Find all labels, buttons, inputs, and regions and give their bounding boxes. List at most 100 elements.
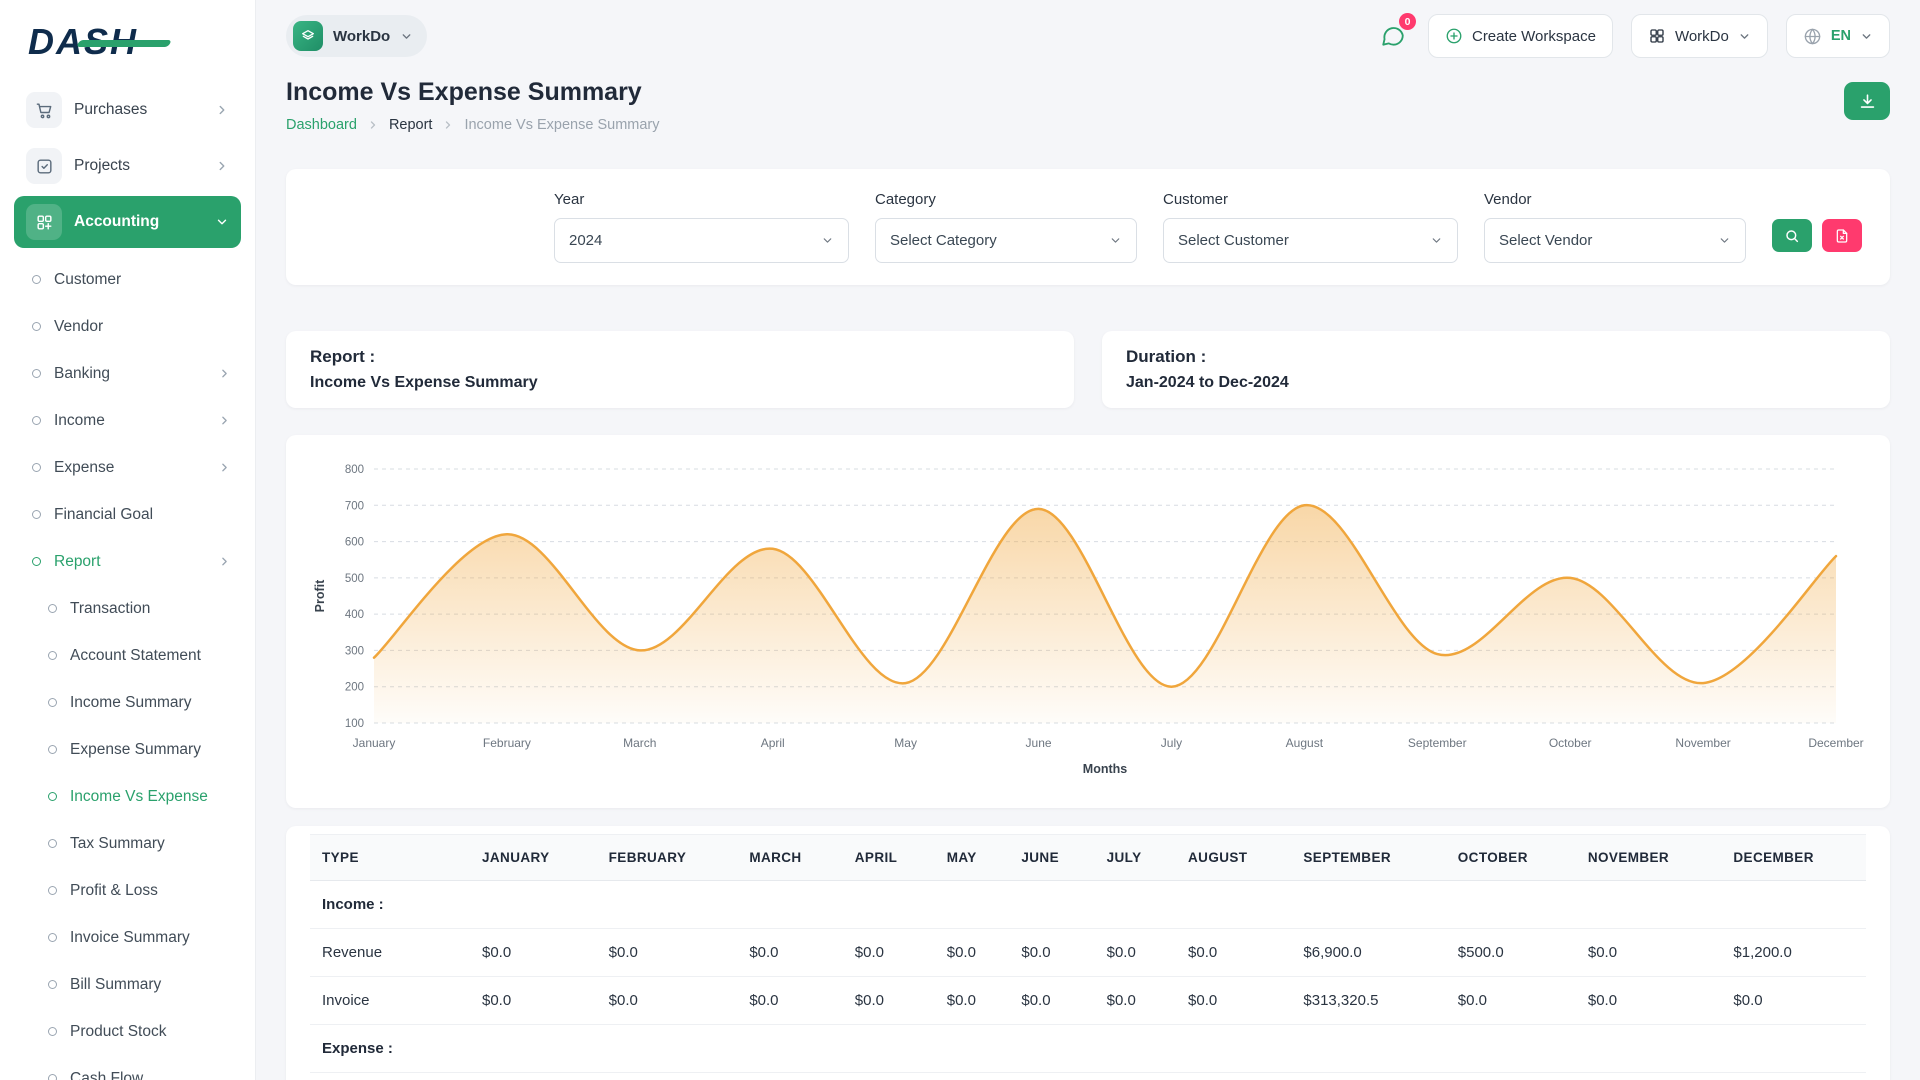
sidebar-item-customer[interactable]: Customer: [20, 256, 241, 303]
download-button[interactable]: [1844, 82, 1890, 120]
sidebar-item-tax-summary[interactable]: Tax Summary: [20, 820, 241, 867]
svg-text:600: 600: [345, 537, 364, 549]
value-cell: $0.0: [1176, 929, 1291, 977]
value-cell: $0.0: [1176, 977, 1291, 1025]
sidebar-item-expense[interactable]: Expense: [20, 444, 241, 491]
column-header-july: JULY: [1095, 835, 1176, 881]
sidebar-item-income-summary[interactable]: Income Summary: [20, 679, 241, 726]
year-label: Year: [554, 191, 849, 208]
value-cell: $0.0: [1095, 977, 1176, 1025]
reset-icon: [1834, 228, 1850, 244]
value-cell: $500.0: [1446, 929, 1576, 977]
table-card: TYPEJANUARYFEBRUARYMARCHAPRILMAYJUNEJULY…: [286, 826, 1890, 1080]
category-select[interactable]: Select Category: [875, 218, 1137, 263]
sidebar-item-invoice-summary[interactable]: Invoice Summary: [20, 914, 241, 961]
value-cell: $0.0: [470, 977, 597, 1025]
sidebar-item-income-vs-expense[interactable]: Income Vs Expense: [20, 773, 241, 820]
duration-summary-title: Duration :: [1126, 347, 1866, 367]
svg-text:March: March: [623, 736, 656, 750]
year-select-value: 2024: [569, 232, 602, 249]
value-cell: $6,900.0: [1291, 929, 1445, 977]
workspace-switcher[interactable]: WorkDo: [286, 15, 427, 57]
circle-icon: [32, 416, 41, 425]
sidebar-item-transaction[interactable]: Transaction: [20, 585, 241, 632]
report-summary-value: Income Vs Expense Summary: [310, 374, 1050, 392]
year-select[interactable]: 2024: [554, 218, 849, 263]
svg-text:200: 200: [345, 682, 364, 694]
chart-host: 100200300400500600700800JanuaryFebruaryM…: [310, 453, 1866, 790]
sidebar-item-projects[interactable]: Projects: [14, 140, 241, 192]
workspace-logo-icon: [293, 21, 323, 51]
svg-text:January: January: [353, 736, 396, 750]
svg-text:500: 500: [345, 573, 364, 585]
sidebar-item-label: Transaction: [70, 600, 231, 618]
breadcrumb-report[interactable]: Report: [389, 117, 433, 133]
grid-icon: [1648, 27, 1666, 45]
svg-text:December: December: [1808, 736, 1863, 750]
circle-icon: [32, 275, 41, 284]
sidebar-item-purchases[interactable]: Purchases: [14, 84, 241, 136]
value-cell: $0.0: [1009, 977, 1094, 1025]
circle-icon: [48, 698, 57, 707]
sidebar-item-product-stock[interactable]: Product Stock: [20, 1008, 241, 1055]
profit-area-chart: 100200300400500600700800JanuaryFebruaryM…: [310, 453, 1866, 785]
topbar-actions: 0 Create Workspace WorkDo EN: [1376, 14, 1890, 58]
app-logo[interactable]: DASH: [14, 0, 241, 84]
value-cell: $0.0: [1576, 929, 1722, 977]
row-type-cell: Revenue: [310, 929, 470, 977]
svg-text:100: 100: [345, 718, 364, 730]
sidebar-item-banking[interactable]: Banking: [20, 350, 241, 397]
chevron-down-icon: [400, 30, 413, 43]
messages-button[interactable]: 0: [1376, 19, 1410, 53]
sidebar-item-income[interactable]: Income: [20, 397, 241, 444]
filter-card: Year 2024 Category Select Category: [286, 169, 1890, 285]
chevron-right-icon: [218, 461, 231, 474]
globe-icon: [1803, 27, 1822, 46]
sidebar-item-cash-flow[interactable]: Cash Flow: [20, 1055, 241, 1080]
svg-text:800: 800: [345, 464, 364, 476]
sidebar-item-label: Report: [54, 553, 205, 571]
sidebar-item-account-statement[interactable]: Account Statement: [20, 632, 241, 679]
chevron-right-icon: [218, 367, 231, 380]
circle-icon: [48, 1027, 57, 1036]
reset-button[interactable]: [1822, 219, 1862, 252]
sidebar-item-label: Product Stock: [70, 1023, 231, 1041]
chevron-right-icon: [218, 414, 231, 427]
search-button[interactable]: [1772, 219, 1812, 252]
value-cell: $0.0: [1095, 929, 1176, 977]
vendor-select[interactable]: Select Vendor: [1484, 218, 1746, 263]
language-selector[interactable]: EN: [1786, 14, 1890, 58]
cart-icon: [26, 92, 62, 128]
search-icon: [1784, 228, 1800, 244]
circle-icon: [48, 839, 57, 848]
workdo-menu-button[interactable]: WorkDo: [1631, 14, 1768, 58]
breadcrumb: Dashboard Report Income Vs Expense Summa…: [286, 117, 660, 133]
value-cell: $0.0: [935, 929, 1010, 977]
section-label: Income :: [310, 881, 1866, 929]
chevron-right-icon: [367, 119, 379, 131]
breadcrumb-dashboard[interactable]: Dashboard: [286, 117, 357, 133]
sidebar-item-report[interactable]: Report: [20, 538, 241, 585]
sidebar-item-label: Vendor: [54, 318, 231, 336]
vendor-label: Vendor: [1484, 191, 1746, 208]
sidebar-item-expense-summary[interactable]: Expense Summary: [20, 726, 241, 773]
sidebar-item-label: Income Summary: [70, 694, 231, 712]
chevron-down-icon: [1738, 30, 1751, 43]
sidebar-item-bill-summary[interactable]: Bill Summary: [20, 961, 241, 1008]
vendor-field: Vendor Select Vendor: [1484, 191, 1746, 263]
topbar: WorkDo 0 Create Workspace WorkDo: [256, 0, 1920, 72]
duration-summary-value: Jan-2024 to Dec-2024: [1126, 374, 1866, 392]
svg-text:Profit: Profit: [313, 579, 327, 612]
sidebar-item-vendor[interactable]: Vendor: [20, 303, 241, 350]
chevron-down-icon: [1109, 234, 1122, 247]
vendor-select-value: Select Vendor: [1499, 232, 1592, 249]
report-summary-card: Report : Income Vs Expense Summary: [286, 331, 1074, 408]
customer-select[interactable]: Select Customer: [1163, 218, 1458, 263]
table-row-revenue: Revenue$0.0$0.0$0.0$0.0$0.0$0.0$0.0$0.0$…: [310, 929, 1866, 977]
sidebar-item-accounting[interactable]: Accounting: [14, 196, 241, 248]
sidebar-item-financial-goal[interactable]: Financial Goal: [20, 491, 241, 538]
create-workspace-button[interactable]: Create Workspace: [1428, 14, 1613, 58]
sidebar-item-label: Account Statement: [70, 647, 231, 665]
value-cell: $0.0: [935, 977, 1010, 1025]
sidebar-item-profit-loss[interactable]: Profit & Loss: [20, 867, 241, 914]
